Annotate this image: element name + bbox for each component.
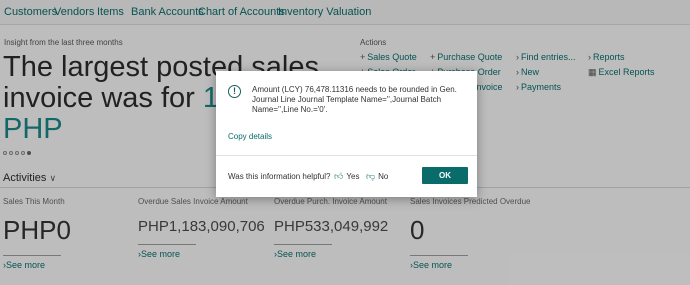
yes-button[interactable]: 👍︎ Yes — [334, 171, 359, 182]
thumbs-down-icon: 👎︎ — [366, 171, 376, 181]
yes-label: Yes — [346, 172, 360, 181]
no-label: No — [378, 172, 389, 181]
helpful-question: Was this information helpful? — [228, 172, 331, 181]
dialog-divider — [216, 155, 477, 156]
info-dialog: ! Amount (LCY) 76,478.11316 needs to be … — [216, 71, 477, 197]
info-icon: ! — [228, 85, 241, 98]
dialog-message: Amount (LCY) 76,478.11316 needs to be ro… — [252, 85, 457, 114]
thumbs-up-icon: 👍︎ — [334, 171, 344, 181]
copy-details-link[interactable]: Copy details — [228, 132, 272, 141]
no-button[interactable]: 👎︎ No — [366, 171, 388, 182]
ok-button[interactable]: OK — [422, 167, 468, 184]
